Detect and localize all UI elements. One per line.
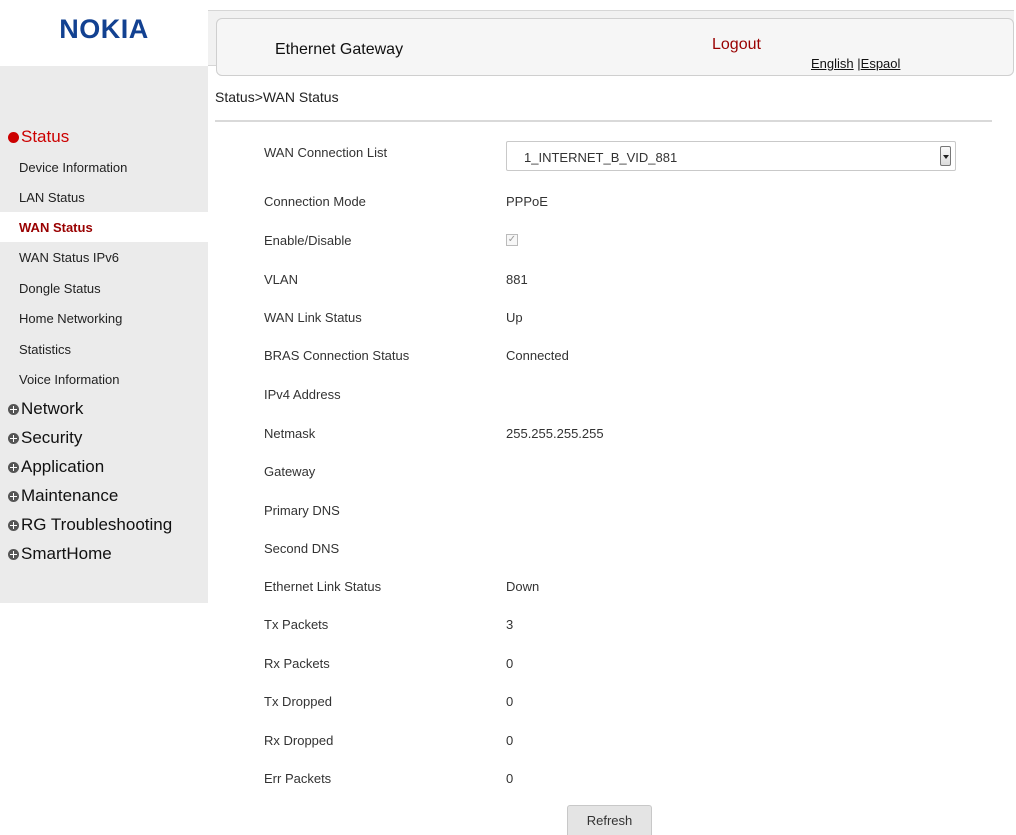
- netmask-value: 255.255.255.255: [506, 426, 604, 441]
- logout-link[interactable]: Logout: [712, 36, 761, 54]
- sidebar-item-home-networking[interactable]: Home Networking: [0, 303, 208, 333]
- wan-connection-list-label: WAN Connection List: [264, 145, 388, 160]
- expand-icon: [8, 403, 19, 415]
- sidebar-section-label: RG Troubleshooting: [21, 515, 173, 534]
- nokia-logo: NOKIA: [0, 14, 208, 54]
- sidebar-section-label: Application: [21, 457, 105, 476]
- header-panel: Ethernet Gateway Logout English |Espaol: [216, 18, 1014, 76]
- enable-disable-label: Enable/Disable: [264, 233, 352, 248]
- tx-packets-label: Tx Packets: [264, 617, 329, 632]
- sidebar-section-label: Network: [21, 399, 84, 418]
- primary-dns-label: Primary DNS: [264, 503, 340, 518]
- ethernet-link-status-value: Down: [506, 579, 540, 594]
- rx-packets-value: 0: [506, 656, 514, 671]
- refresh-button[interactable]: Refresh: [567, 805, 652, 835]
- bras-connection-status-label: BRAS Connection Status: [264, 348, 410, 363]
- breadcrumb: Status>WAN Status: [215, 89, 339, 105]
- err-packets-value: 0: [506, 771, 514, 786]
- sidebar-section-label: Status: [21, 127, 70, 146]
- netmask-label: Netmask: [264, 426, 316, 441]
- sidebar-item-dongle-status[interactable]: Dongle Status: [0, 273, 208, 303]
- sidebar-item-lan-status[interactable]: LAN Status: [0, 182, 208, 212]
- sidebar-item-wan-status-ipv6[interactable]: WAN Status IPv6: [0, 242, 208, 272]
- ethernet-link-status-label: Ethernet Link Status: [264, 579, 382, 594]
- connection-mode-label: Connection Mode: [264, 194, 366, 209]
- expand-icon: [8, 432, 19, 444]
- enable-checkbox[interactable]: ✓: [506, 234, 518, 246]
- ipv4-address-label: IPv4 Address: [264, 387, 341, 402]
- sidebar-item-statistics[interactable]: Statistics: [0, 334, 208, 364]
- lang-english-link[interactable]: English: [811, 56, 854, 71]
- wan-connection-select[interactable]: 1_INTERNET_B_VID_881: [506, 141, 956, 171]
- tx-dropped-label: Tx Dropped: [264, 694, 332, 709]
- sidebar-section-security[interactable]: Security: [8, 428, 82, 448]
- header-bar: Ethernet Gateway Logout English |Espaol: [208, 10, 1014, 76]
- err-packets-label: Err Packets: [264, 771, 332, 786]
- rx-packets-label: Rx Packets: [264, 656, 330, 671]
- language-switcher: English |Espaol: [811, 56, 900, 71]
- wan-link-status-label: WAN Link Status: [264, 310, 362, 325]
- tx-packets-value: 3: [506, 617, 514, 632]
- sidebar-item-voice-information[interactable]: Voice Information: [0, 364, 208, 394]
- sidebar-item-wan-status[interactable]: WAN Status: [0, 212, 208, 242]
- wan-connection-selected-value: 1_INTERNET_B_VID_881: [524, 150, 678, 165]
- sidebar-item-device-information[interactable]: Device Information: [0, 152, 208, 182]
- sidebar-section-maintenance[interactable]: Maintenance: [8, 486, 118, 506]
- dropdown-arrow-icon[interactable]: [940, 146, 951, 166]
- vlan-value: 881: [506, 272, 528, 287]
- sidebar-section-label: Security: [21, 428, 83, 447]
- second-dns-label: Second DNS: [264, 541, 340, 556]
- sidebar-section-smarthome[interactable]: SmartHome: [8, 544, 112, 564]
- expand-icon: [8, 548, 19, 560]
- sidebar-section-status[interactable]: Status: [8, 127, 69, 147]
- sidebar-section-label: SmartHome: [21, 544, 112, 563]
- expand-icon: [8, 519, 19, 531]
- bras-connection-status-value: Connected: [506, 348, 569, 363]
- sidebar-section-rg-troubleshooting[interactable]: RG Troubleshooting: [8, 515, 172, 535]
- lang-espanol-link[interactable]: Espaol: [861, 56, 901, 71]
- rx-dropped-label: Rx Dropped: [264, 733, 334, 748]
- connection-mode-value: PPPoE: [506, 194, 548, 209]
- gateway-label: Gateway: [264, 464, 316, 479]
- wan-link-status-value: Up: [506, 310, 523, 325]
- sidebar-section-network[interactable]: Network: [8, 399, 83, 419]
- sidebar-section-application[interactable]: Application: [8, 457, 104, 477]
- collapse-icon: [8, 131, 19, 143]
- vlan-label: VLAN: [264, 272, 298, 287]
- header-title: Ethernet Gateway: [275, 41, 404, 58]
- expand-icon: [8, 461, 19, 473]
- logo-text: NOKIA: [59, 14, 149, 44]
- rx-dropped-value: 0: [506, 733, 514, 748]
- sidebar-nav: Status Device Information LAN Status WAN…: [0, 66, 208, 603]
- sidebar-section-label: Maintenance: [21, 486, 119, 505]
- expand-icon: [8, 490, 19, 502]
- breadcrumb-divider: [215, 120, 992, 122]
- tx-dropped-value: 0: [506, 694, 514, 709]
